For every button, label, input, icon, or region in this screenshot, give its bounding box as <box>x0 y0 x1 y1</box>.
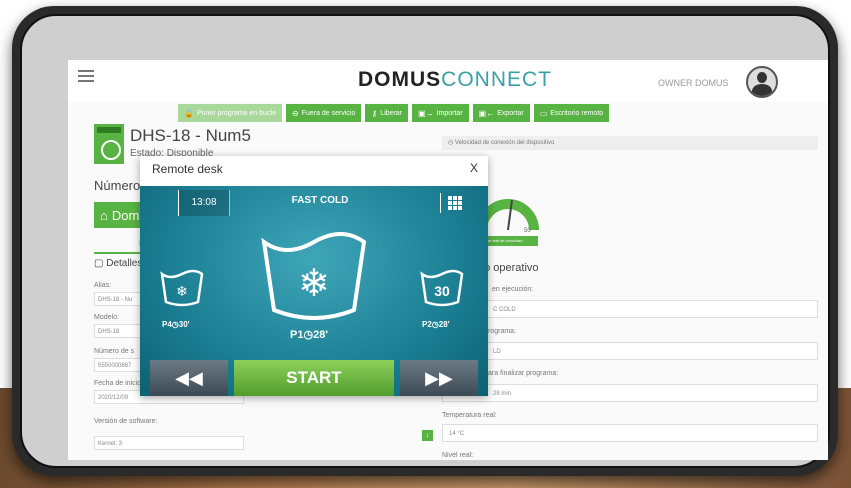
release-button[interactable]: ⚷ Liberar <box>365 104 409 122</box>
close-icon[interactable]: X <box>470 161 478 175</box>
export-button[interactable]: ▣← Exportar <box>472 104 530 122</box>
monitor-icon: ▭ <box>539 108 548 118</box>
display-header: 13:08 FAST COLD <box>140 186 488 220</box>
temperature-tub-icon[interactable]: 30 <box>418 268 466 308</box>
out-of-service-label: Fuera de servicio <box>301 109 356 117</box>
serial-label: Número de s <box>94 348 135 355</box>
speed-title: Velocidad de conexión del dispositivo <box>454 140 555 146</box>
clock-icon: ◷ <box>448 140 455 146</box>
finish-field[interactable]: 28 min <box>442 384 818 402</box>
level-label: Nivel real: <box>442 452 474 459</box>
import-button[interactable]: ▣→ Importar <box>412 104 469 122</box>
right-program: P2 <box>422 320 432 329</box>
running-value: C COLD <box>493 307 516 313</box>
left-time: 30' <box>178 320 190 329</box>
timer-icon: ◷ <box>171 320 179 329</box>
snowflake-tub-icon-main[interactable]: ❄ <box>258 230 370 322</box>
svg-text:❄: ❄ <box>176 284 188 300</box>
logo-bold: DOMUS <box>358 68 442 91</box>
lock-icon: 🔒 <box>184 108 194 118</box>
number-label: Número <box>94 178 141 193</box>
running-label: en ejecución: <box>492 286 534 293</box>
center-program: P1 <box>290 329 304 341</box>
program-field[interactable]: LD <box>442 342 818 360</box>
import-icon: ▣→ <box>418 108 434 118</box>
download-icon[interactable]: ↓ <box>422 430 433 441</box>
device-name: DHS-18 - Num5 <box>130 126 251 145</box>
next-button[interactable]: ▶▶ <box>400 360 478 396</box>
logo-light: CONNECT <box>441 68 553 91</box>
right-program-label[interactable]: P2◷28' <box>422 320 450 329</box>
user-avatar-icon[interactable] <box>746 66 778 98</box>
loop-program-label: Poner programa en bucle <box>196 109 276 117</box>
alias-label: Alias: <box>94 282 112 289</box>
export-icon: ▣← <box>478 108 495 118</box>
remote-desk-modal: Remote desk X 13:08 FAST COLD ❄ P4◷30' ❄… <box>140 156 488 396</box>
hamburger-menu-icon[interactable] <box>78 70 94 82</box>
minus-circle-icon: ⊖ <box>291 108 299 118</box>
washer-icon <box>94 124 124 164</box>
machine-display: 13:08 FAST COLD ❄ P4◷30' ❄ P1◷28' 30 P2◷… <box>140 186 488 396</box>
program-label: rograma: <box>488 328 517 335</box>
left-program: P4 <box>162 320 172 329</box>
right-time: 28' <box>438 320 450 329</box>
user-name[interactable]: OWNER DOMUS <box>658 78 729 88</box>
software-label: Versión de software: <box>94 418 158 425</box>
details-title-text: Detalles <box>106 258 143 269</box>
center-time: 28' <box>313 329 328 341</box>
out-of-service-button[interactable]: ⊖ Fuera de servicio <box>285 104 362 122</box>
export-label: Exportar <box>497 109 524 117</box>
display-program: FAST COLD <box>291 195 349 206</box>
program-value: LD <box>493 349 501 355</box>
remote-desktop-button[interactable]: ▭ Escritorio remoto <box>533 104 610 122</box>
running-field[interactable]: C COLD <box>442 300 818 318</box>
import-label: Importar <box>436 109 463 117</box>
finish-label: ara finalizar programa: <box>488 370 559 377</box>
remote-desktop-label: Escritorio remoto <box>550 109 604 117</box>
modal-title: Remote desk <box>152 162 223 176</box>
right-temp: 30 <box>434 283 450 299</box>
app-screen: DOMUSCONNECT OWNER DOMUS 🔒 Poner programa… <box>68 60 828 460</box>
center-program-label[interactable]: P1◷28' <box>290 328 328 341</box>
temperature-field[interactable]: 14 °C <box>442 424 818 442</box>
start-button[interactable]: START <box>234 360 394 396</box>
snowflake-tub-icon-small[interactable]: ❄ <box>158 268 206 308</box>
display-controls: ◀◀ START ▶▶ <box>140 360 488 396</box>
tablet-frame: DOMUSCONNECT OWNER DOMUS 🔒 Poner programa… <box>12 6 838 476</box>
previous-button[interactable]: ◀◀ <box>150 360 228 396</box>
tablet-bezel: DOMUSCONNECT OWNER DOMUS 🔒 Poner programa… <box>20 14 830 468</box>
details-title: ▢ Detalles <box>94 258 142 269</box>
finish-value: 28 min <box>493 391 512 397</box>
svg-text:❄: ❄ <box>298 261 330 305</box>
left-program-label[interactable]: P4◷30' <box>162 320 190 329</box>
display-time: 13:08 <box>178 190 230 216</box>
home-icon: ⌂ <box>100 207 108 223</box>
calendar-icon: ▢ <box>94 258 107 269</box>
app-logo: DOMUSCONNECT <box>358 68 552 92</box>
software-field[interactable]: Kernel: 3 <box>94 436 244 450</box>
model-label: Modelo: <box>94 314 119 321</box>
release-label: Liberar <box>380 109 403 117</box>
gauge-value: 50 <box>524 228 531 234</box>
grid-menu-icon[interactable] <box>440 193 465 213</box>
key-icon: ⚷ <box>371 108 378 118</box>
timer-icon: ◷ <box>431 320 439 329</box>
start-date-label: Fecha de inicio: <box>94 380 144 387</box>
speed-header: ◷ Velocidad de conexión del dispositivo <box>442 136 818 150</box>
loop-program-button[interactable]: 🔒 Poner programa en bucle <box>178 104 282 122</box>
timer-icon: ◷ <box>303 329 314 341</box>
temperature-label: Temperatura real: <box>442 412 497 419</box>
action-toolbar: 🔒 Poner programa en bucle ⊖ Fuera de servi… <box>178 104 610 122</box>
domus-button-label: Dom <box>111 207 140 223</box>
top-bar: DOMUSCONNECT OWNER DOMUS <box>68 60 828 102</box>
